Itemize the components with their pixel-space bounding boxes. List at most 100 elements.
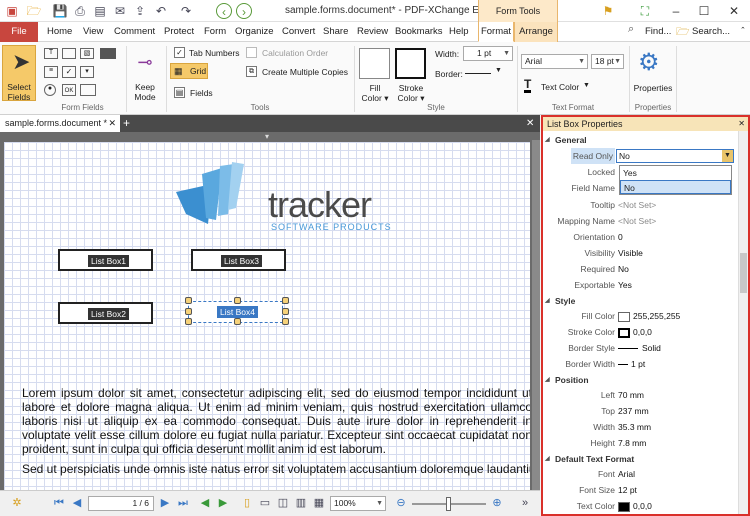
prop-row-exportable[interactable]: Exportable Yes [543, 277, 738, 293]
chevron-down-icon[interactable]: ▼ [583, 82, 590, 89]
prop-row-visibility[interactable]: Visibility Visible [543, 245, 738, 261]
two-page-continuous-icon[interactable]: ▥ [294, 496, 308, 510]
tab-file[interactable]: File [0, 22, 38, 42]
minimize-button[interactable]: – [662, 0, 690, 22]
prop-row-height[interactable]: Height 7.8 mm [543, 435, 738, 451]
prop-row-required[interactable]: Required No [543, 261, 738, 277]
resize-handle[interactable] [282, 308, 289, 315]
email-icon[interactable]: ✉ [112, 3, 128, 19]
tab-numbers-checkbox[interactable]: ✓ [174, 47, 185, 58]
text-color-button[interactable]: Text Color [541, 82, 579, 92]
prop-row-orientation[interactable]: Orientation 0 [543, 229, 738, 245]
fullscreen-icon[interactable]: ⛶ [637, 3, 653, 19]
split-view-icon[interactable]: ▦ [312, 496, 326, 510]
next-page-icon[interactable]: ▶ [158, 496, 172, 510]
list-box-3[interactable]: List Box3 [191, 249, 286, 271]
save-icon[interactable]: 💾 [52, 3, 68, 19]
border-style-line[interactable] [465, 73, 491, 74]
chevron-down-icon[interactable]: ▼ [495, 67, 502, 74]
tab-bookmarks[interactable]: Bookmarks [395, 26, 443, 37]
new-tab-icon[interactable]: + [123, 115, 130, 132]
first-page-icon[interactable]: ⏮ [52, 496, 66, 510]
resize-handle[interactable] [234, 297, 241, 304]
back-view-icon[interactable]: ◀ [198, 496, 212, 510]
image-field-icon[interactable]: ▧ [80, 48, 94, 59]
close-document-icon[interactable]: ✕ [526, 115, 534, 132]
prop-row-font[interactable]: Font Arial [543, 466, 738, 482]
resize-handle[interactable] [185, 318, 192, 325]
font-size-dropdown[interactable]: 18 pt ▼ [591, 54, 624, 69]
text-color-icon[interactable]: T [524, 78, 532, 93]
read-only-dropdown[interactable]: No ▼ [616, 149, 734, 163]
prop-row-left[interactable]: Left 70 mm [543, 387, 738, 403]
forward-view-icon[interactable]: ▶ [216, 496, 230, 510]
resize-handle[interactable] [282, 297, 289, 304]
ok-button-icon[interactable]: OK [62, 84, 76, 96]
vertical-scrollbar[interactable] [532, 140, 540, 490]
radio-field-icon[interactable]: ● [44, 84, 56, 96]
prop-row-width[interactable]: Width 35.3 mm [543, 419, 738, 435]
properties-button[interactable]: Properties [632, 83, 674, 93]
fields-button[interactable]: Fields [190, 88, 213, 98]
tab-form[interactable]: Form [204, 26, 226, 37]
page-number-input[interactable]: 1 / 6 [88, 496, 154, 511]
date-field-icon[interactable] [80, 84, 96, 96]
open-folder-icon[interactable]: 🗁 [26, 3, 42, 19]
prop-row-stroke-color[interactable]: Stroke Color 0,0,0 [543, 324, 738, 340]
document-tab[interactable]: sample.forms.document * ✕ [0, 115, 120, 132]
width-dropdown[interactable]: 1 pt ▼ [463, 46, 513, 61]
last-page-icon[interactable]: ⏭ [176, 496, 190, 510]
option-no[interactable]: No [620, 180, 731, 194]
zoom-slider-thumb[interactable] [446, 497, 451, 511]
section-style[interactable]: Style [543, 294, 738, 308]
button-field-icon[interactable] [62, 48, 76, 59]
option-yes[interactable]: Yes [620, 166, 731, 180]
single-page-icon[interactable]: ▯ [240, 496, 254, 510]
tab-protect[interactable]: Protect [164, 26, 194, 37]
more-options-icon[interactable]: » [518, 496, 532, 510]
stroke-color-swatch[interactable] [395, 48, 426, 79]
properties-icon[interactable]: ⚙ [638, 48, 660, 77]
tab-format[interactable]: Format [478, 22, 514, 42]
prop-row-mapping-name[interactable]: Mapping Name <Not Set> [543, 213, 738, 229]
zoom-dropdown[interactable]: 100% ▼ [330, 496, 386, 511]
stroke-color-button[interactable]: Stroke Color ▾ [392, 83, 430, 103]
maximize-button[interactable]: ☐ [690, 0, 718, 22]
prop-row-font-size[interactable]: Font Size 12 pt [543, 482, 738, 498]
tab-home[interactable]: Home [47, 26, 72, 37]
tab-review[interactable]: Review [357, 26, 388, 37]
upload-icon[interactable]: ⇪ [132, 3, 148, 19]
combo-field-icon[interactable]: ▾ [80, 66, 94, 78]
tab-convert[interactable]: Convert [282, 26, 315, 37]
properties-scrollbar[interactable] [738, 131, 748, 514]
close-pane-icon[interactable]: ✕ [738, 117, 745, 131]
prop-row-border-width[interactable]: Border Width 1 pt [543, 356, 738, 372]
print-icon[interactable]: ⎙ [72, 3, 88, 19]
tab-organize[interactable]: Organize [235, 26, 274, 37]
zoom-in-icon[interactable]: ⊕ [490, 496, 504, 510]
prop-row-border-style[interactable]: Border Style Solid [543, 340, 738, 356]
undo-icon[interactable]: ↶ [153, 3, 169, 19]
pin-icon[interactable]: ⊸ [130, 52, 160, 72]
find-icon[interactable]: ⌕ [628, 23, 634, 36]
fill-color-swatch[interactable] [359, 48, 390, 79]
keep-mode-button[interactable]: Keep Mode [128, 82, 162, 102]
text-field-icon[interactable]: T [44, 48, 58, 59]
two-page-icon[interactable]: ◫ [276, 496, 290, 510]
barcode-field-icon[interactable] [100, 48, 116, 59]
fill-color-button[interactable]: Fill Color ▾ [356, 83, 394, 103]
checkbox-field-icon[interactable]: ✓ [62, 66, 76, 78]
prop-row-tooltip[interactable]: Tooltip <Not Set> [543, 197, 738, 213]
close-tab-icon[interactable]: ✕ [108, 115, 116, 132]
settings-gear-icon[interactable]: ✲ [10, 496, 24, 510]
resize-handle[interactable] [185, 308, 192, 315]
resize-handle[interactable] [185, 297, 192, 304]
section-default-text-format[interactable]: Default Text Format [543, 452, 738, 466]
list-field-icon[interactable]: ≡ [44, 66, 58, 78]
tab-help[interactable]: Help [449, 26, 469, 37]
back-icon[interactable]: ‹ [216, 3, 232, 19]
pdf-page[interactable]: tracker SOFTWARE PRODUCTS List Box1 List… [4, 142, 530, 490]
scrollbar-thumb[interactable] [740, 253, 747, 293]
chevron-up-icon[interactable]: ⌃ [740, 26, 746, 34]
list-box-1[interactable]: List Box1 [58, 249, 153, 271]
